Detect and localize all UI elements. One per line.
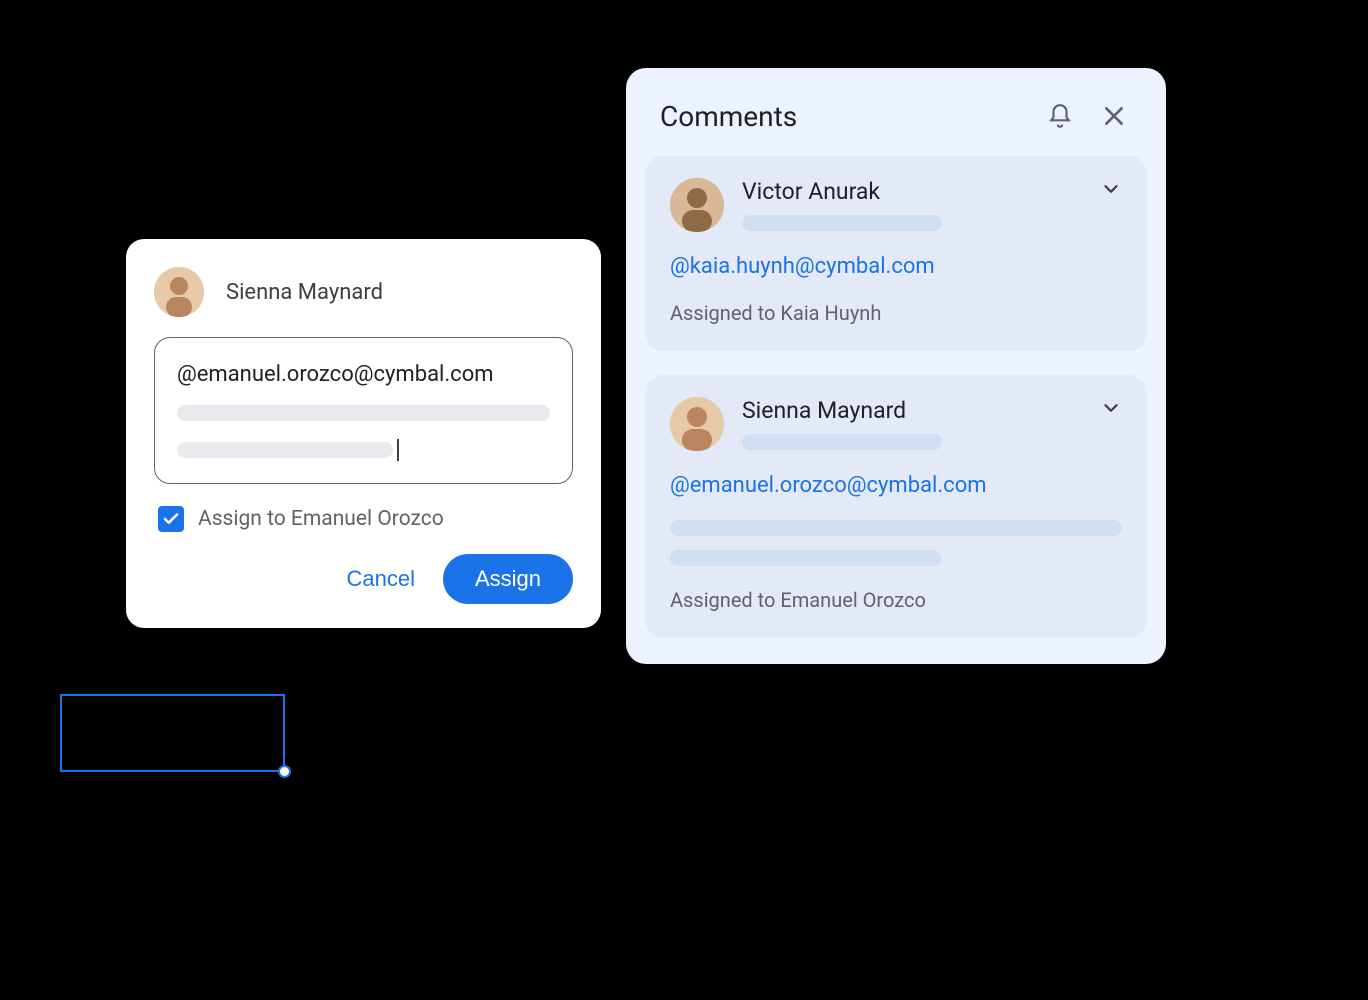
chevron-down-icon[interactable] (1100, 397, 1122, 423)
comment-card-header: Victor Anurak (670, 178, 1122, 232)
comment-card-header: Sienna Maynard (670, 397, 1122, 451)
comment-mention: @emanuel.orozco@cymbal.com (670, 473, 1122, 498)
text-placeholder-line (177, 405, 550, 421)
assigned-to-text: Assigned to Kaia Huynh (670, 301, 1122, 325)
selection-rect (60, 694, 285, 772)
timestamp-placeholder (742, 215, 942, 231)
comment-author-name: Sienna Maynard (742, 397, 1082, 424)
comment-body-placeholder (670, 550, 941, 566)
comment-mention: @kaia.huynh@cymbal.com (670, 254, 1122, 279)
comment-input[interactable]: @emanuel.orozco@cymbal.com (154, 337, 573, 484)
compose-actions: Cancel Assign (154, 554, 573, 604)
avatar (154, 267, 204, 317)
notifications-icon[interactable] (1042, 98, 1078, 134)
avatar (670, 178, 724, 232)
comments-panel: Comments Victor Anurak @kaia.huynh@cymba… (626, 68, 1166, 664)
chevron-down-icon[interactable] (1100, 178, 1122, 204)
assign-checkbox-label: Assign to Emanuel Orozco (198, 507, 444, 531)
close-icon[interactable] (1096, 98, 1132, 134)
assigned-to-text: Assigned to Emanuel Orozco (670, 588, 1122, 612)
cancel-button[interactable]: Cancel (346, 566, 414, 592)
mention-chip: @emanuel.orozco@cymbal.com (177, 362, 550, 387)
comment-card[interactable]: Victor Anurak @kaia.huynh@cymbal.com Ass… (646, 156, 1146, 351)
timestamp-placeholder (742, 434, 942, 450)
comment-author-name: Victor Anurak (742, 178, 1082, 205)
cursor-line (177, 439, 550, 461)
comment-card[interactable]: Sienna Maynard @emanuel.orozco@cymbal.co… (646, 375, 1146, 638)
text-placeholder-line (177, 442, 393, 458)
avatar (670, 397, 724, 451)
compose-author-name: Sienna Maynard (226, 280, 383, 305)
compose-header: Sienna Maynard (154, 267, 573, 317)
assign-button[interactable]: Assign (443, 554, 573, 604)
assign-checkbox[interactable] (158, 506, 184, 532)
comment-body-placeholder (670, 520, 1122, 536)
selection-handle (278, 765, 291, 778)
text-cursor (397, 439, 399, 461)
assign-to-row[interactable]: Assign to Emanuel Orozco (158, 506, 573, 532)
compose-comment-dialog: Sienna Maynard @emanuel.orozco@cymbal.co… (126, 239, 601, 628)
comments-panel-title: Comments (660, 100, 1024, 133)
comments-panel-header: Comments (646, 88, 1146, 156)
